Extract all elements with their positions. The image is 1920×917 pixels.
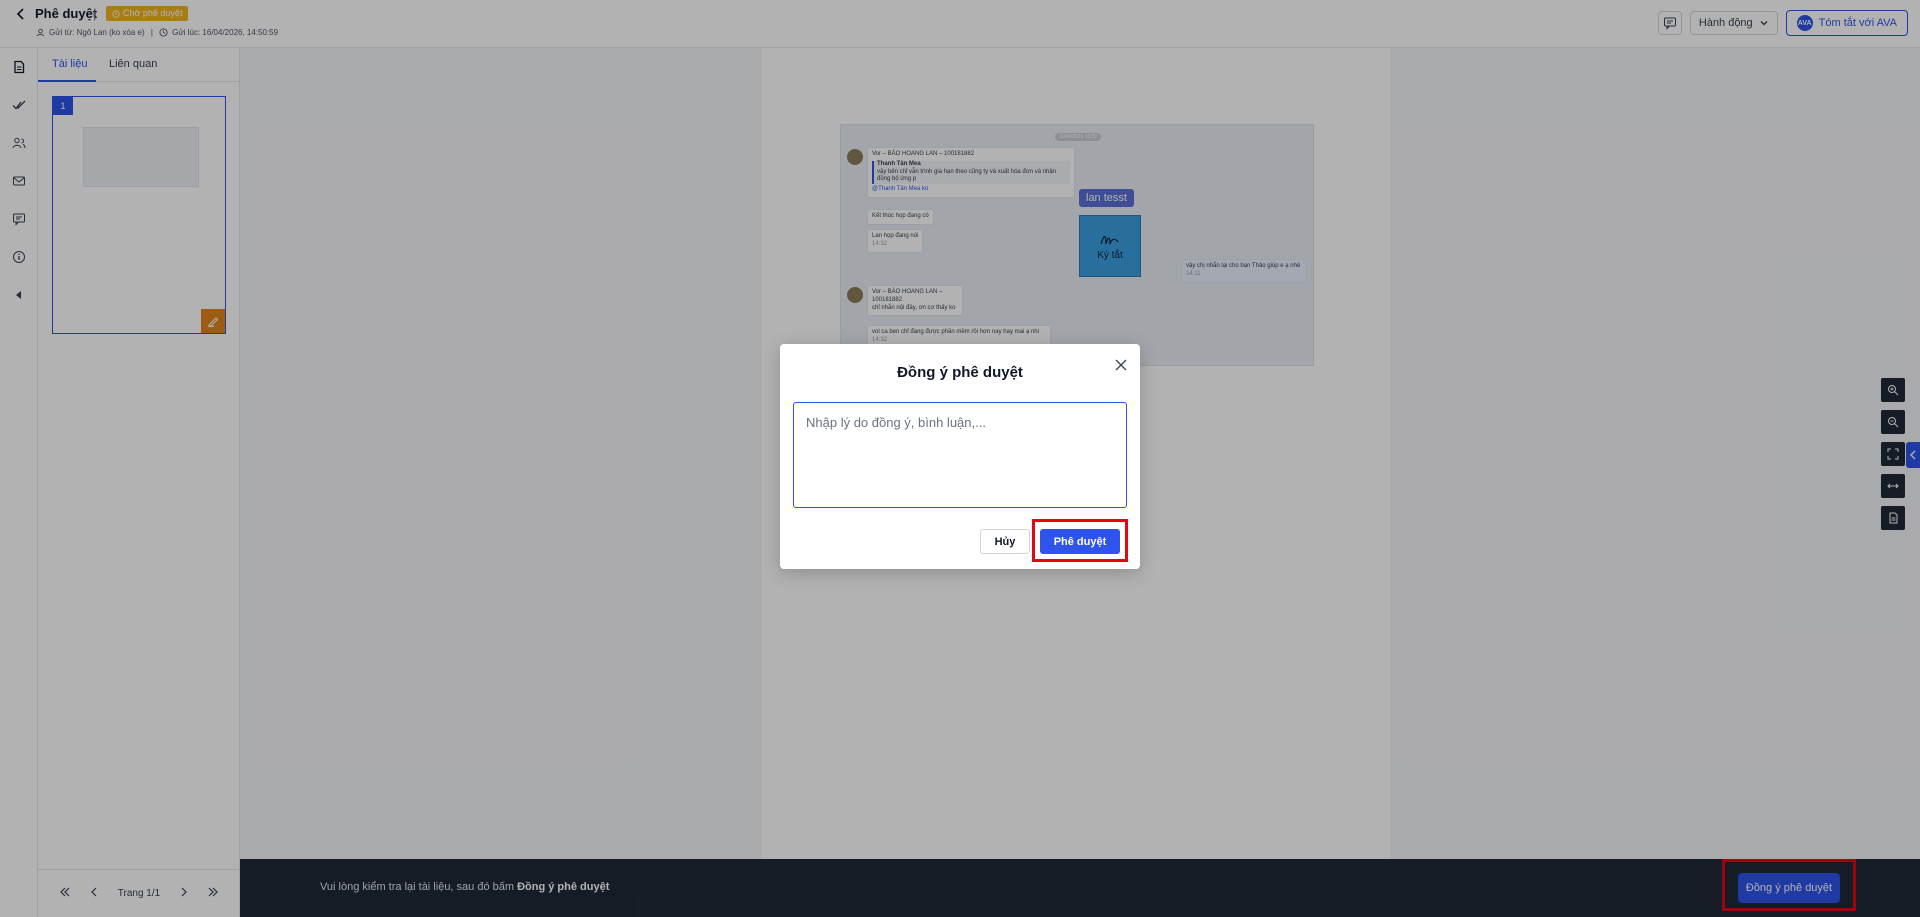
- cancel-button[interactable]: Hủy: [980, 529, 1030, 554]
- approve-dialog: Đồng ý phê duyệt Hủy Phê duyệt: [780, 344, 1140, 569]
- dialog-title: Đồng ý phê duyệt: [897, 364, 1023, 381]
- highlight-box: [1032, 519, 1128, 562]
- close-icon[interactable]: [1114, 358, 1128, 372]
- approve-comment-input[interactable]: [793, 402, 1127, 508]
